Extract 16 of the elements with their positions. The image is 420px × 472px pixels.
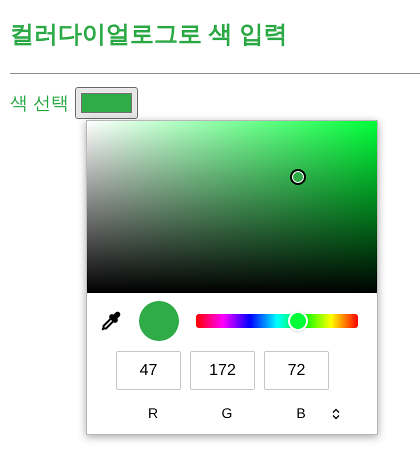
color-label: 색 선택: [10, 92, 70, 114]
channel-label: B: [296, 404, 306, 423]
channel-label: R: [148, 404, 158, 423]
eyedropper-icon[interactable]: [101, 311, 121, 331]
channel-value-field[interactable]: 72: [264, 351, 329, 390]
mode-toggle-icon[interactable]: [332, 408, 340, 420]
channel-value-field[interactable]: 47: [116, 351, 181, 390]
hue-slider[interactable]: [196, 314, 358, 328]
saturation-brightness-area[interactable]: [87, 121, 377, 293]
color-handle[interactable]: [290, 168, 306, 185]
channel-value-field[interactable]: 172: [190, 351, 255, 390]
channel-label: G: [222, 404, 232, 423]
color-swatch-button[interactable]: [75, 87, 138, 119]
current-color-preview: [139, 301, 179, 341]
hue-slider-thumb[interactable]: [288, 311, 308, 331]
page-heading: 컬러다이얼로그로 색 입력: [10, 20, 288, 50]
